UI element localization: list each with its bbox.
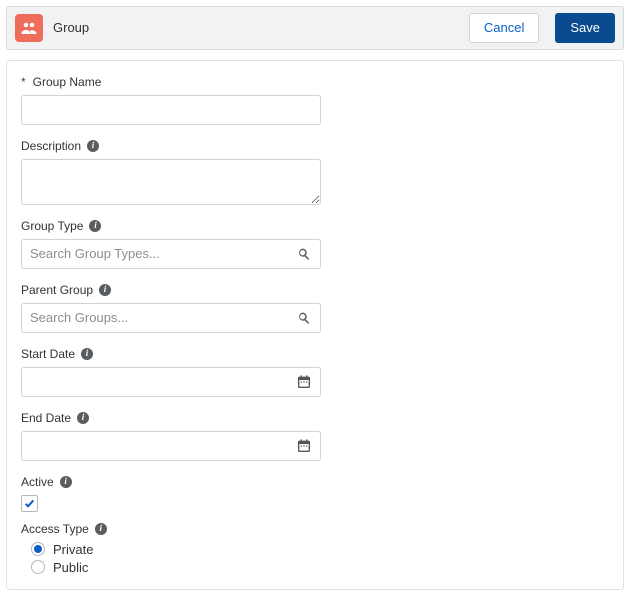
group-name-label: Group Name <box>33 75 102 89</box>
parent-group-lookup[interactable] <box>21 303 321 333</box>
active-checkbox[interactable] <box>21 495 38 512</box>
access-type-radio-public[interactable] <box>31 560 45 574</box>
start-date-input[interactable] <box>30 374 288 389</box>
form-panel: * Group Name Description i Group Type i <box>6 60 624 590</box>
group-type-lookup[interactable] <box>21 239 321 269</box>
end-date-picker[interactable] <box>21 431 321 461</box>
radio-row-private: Private <box>31 542 321 557</box>
radio-row-public: Public <box>31 560 321 575</box>
end-date-input[interactable] <box>30 438 288 453</box>
access-type-label: Access Type <box>21 522 89 536</box>
info-icon[interactable]: i <box>99 284 111 296</box>
description-label: Description <box>21 139 81 153</box>
start-date-picker[interactable] <box>21 367 321 397</box>
required-mark: * <box>21 75 26 89</box>
field-parent-group: Parent Group i <box>21 283 321 333</box>
calendar-icon <box>296 374 312 390</box>
dialog-header: Group Cancel Save <box>6 6 624 50</box>
info-icon[interactable]: i <box>87 140 99 152</box>
access-type-option-public: Public <box>53 560 88 575</box>
field-active: Active i <box>21 475 321 512</box>
group-type-label: Group Type <box>21 219 83 233</box>
field-group-name: * Group Name <box>21 75 321 125</box>
group-type-input[interactable] <box>30 246 288 261</box>
parent-group-label: Parent Group <box>21 283 93 297</box>
info-icon[interactable]: i <box>95 523 107 535</box>
cancel-button[interactable]: Cancel <box>469 13 539 43</box>
access-type-option-private: Private <box>53 542 93 557</box>
info-icon[interactable]: i <box>60 476 72 488</box>
save-button[interactable]: Save <box>555 13 615 43</box>
field-group-type: Group Type i <box>21 219 321 269</box>
access-type-radio-private[interactable] <box>31 542 45 556</box>
start-date-label: Start Date <box>21 347 75 361</box>
search-icon <box>296 246 312 262</box>
parent-group-input[interactable] <box>30 310 288 325</box>
group-name-input[interactable] <box>21 95 321 125</box>
info-icon[interactable]: i <box>89 220 101 232</box>
dialog-title: Group <box>53 20 89 35</box>
group-icon <box>15 14 43 42</box>
search-icon <box>296 310 312 326</box>
active-label: Active <box>21 475 54 489</box>
check-icon <box>24 498 35 509</box>
end-date-label: End Date <box>21 411 71 425</box>
info-icon[interactable]: i <box>81 348 93 360</box>
description-input[interactable] <box>21 159 321 205</box>
field-start-date: Start Date i <box>21 347 321 397</box>
field-access-type: Access Type i Private Public <box>21 522 321 575</box>
calendar-icon <box>296 438 312 454</box>
info-icon[interactable]: i <box>77 412 89 424</box>
field-end-date: End Date i <box>21 411 321 461</box>
field-description: Description i <box>21 139 321 205</box>
